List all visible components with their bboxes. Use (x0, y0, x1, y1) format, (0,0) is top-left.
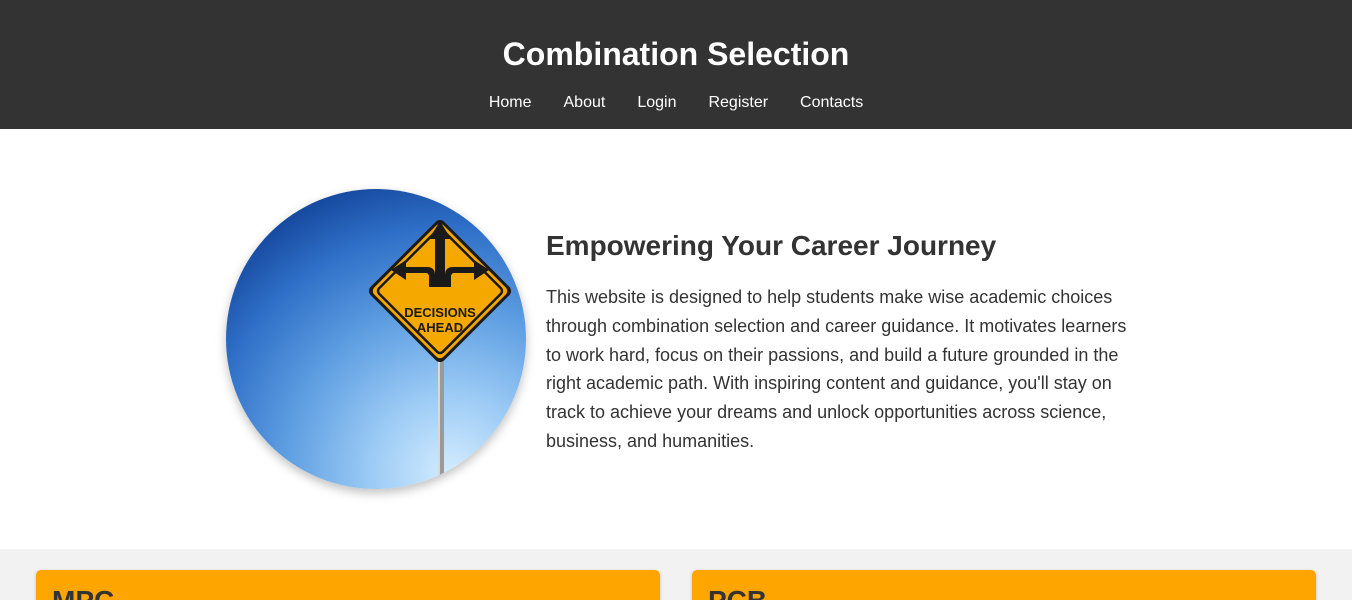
combo-card-title: MPC (52, 585, 114, 600)
combinations-section: MPC PCB (0, 549, 1352, 600)
nav-contacts[interactable]: Contacts (800, 93, 863, 115)
nav-login[interactable]: Login (637, 93, 676, 115)
nav-home[interactable]: Home (489, 93, 532, 115)
site-header: Combination Selection Home About Login R… (0, 0, 1352, 129)
combo-card-pcb[interactable]: PCB (692, 570, 1316, 600)
hero-heading: Empowering Your Career Journey (546, 230, 997, 261)
hero-section: DECISIONS AHEAD Empowering Your Career J… (0, 129, 1352, 549)
site-title: Combination Selection (502, 36, 850, 72)
main-nav: Home About Login Register Contacts (0, 93, 1352, 115)
hero-image: DECISIONS AHEAD (226, 189, 526, 489)
nav-about[interactable]: About (564, 93, 606, 115)
decisions-ahead-sign-icon: DECISIONS AHEAD (368, 219, 512, 489)
sign-text-line1: DECISIONS (404, 305, 476, 320)
sign-text-line2: AHEAD (417, 320, 463, 335)
hero-paragraph: This website is designed to help student… (546, 287, 1127, 451)
nav-register[interactable]: Register (708, 93, 768, 115)
combo-card-title: PCB (708, 585, 767, 600)
combo-card-mpc[interactable]: MPC (36, 570, 660, 600)
hero-text: Empowering Your Career Journey This webs… (546, 229, 1136, 456)
